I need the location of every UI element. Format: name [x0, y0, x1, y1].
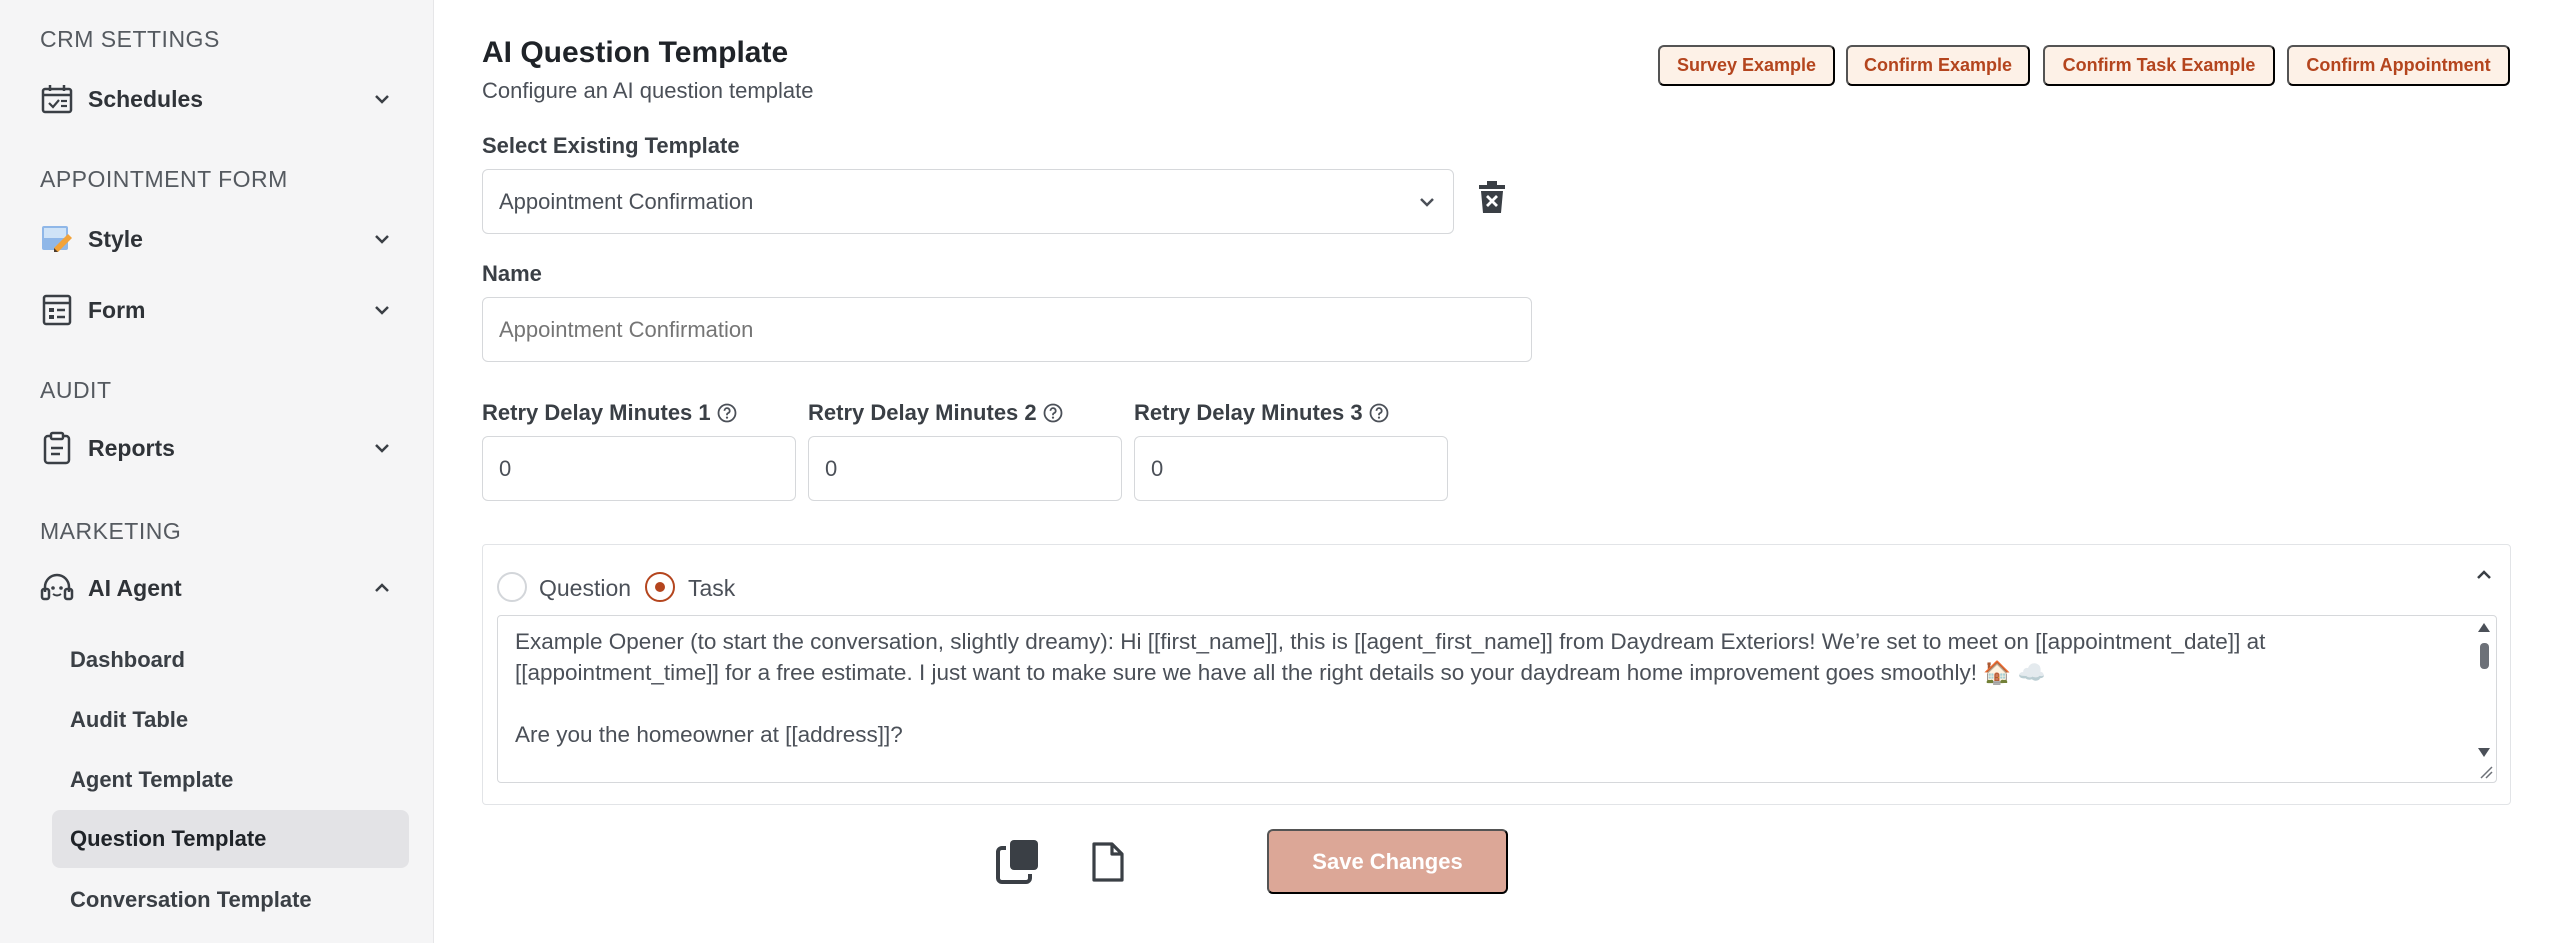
- page-subtitle: Configure an AI question template: [482, 78, 814, 103]
- select-template-label: Select Existing Template: [482, 133, 740, 158]
- confirm-example-button[interactable]: Confirm Example: [1846, 45, 2030, 86]
- retry-delay-2-label: Retry Delay Minutes 2: [808, 400, 1063, 426]
- sidebar-item-style[interactable]: Style: [40, 215, 394, 263]
- chevron-down-icon: [1417, 189, 1437, 215]
- new-document-button[interactable]: [1091, 841, 1125, 888]
- sidebar-subitem-agent-template[interactable]: Agent Template: [52, 751, 409, 809]
- collapse-button[interactable]: [2472, 565, 2496, 589]
- confirm-appointment-button[interactable]: Confirm Appointment: [2287, 45, 2510, 86]
- copy-icon: [996, 838, 1040, 889]
- resize-handle-icon[interactable]: [2479, 765, 2493, 779]
- sidebar-item-label: Form: [88, 296, 146, 323]
- retry-delay-1-label: Retry Delay Minutes 1: [482, 400, 737, 426]
- retry-delay-3-label: Retry Delay Minutes 3: [1134, 400, 1389, 426]
- sidebar-item-schedules[interactable]: Schedules: [40, 75, 394, 123]
- sidebar-item-reports[interactable]: Reports: [40, 424, 394, 472]
- sidebar-subitem-audit-table[interactable]: Audit Table: [52, 691, 409, 749]
- name-input[interactable]: [482, 297, 1532, 362]
- template-select[interactable]: Appointment Confirmation: [482, 169, 1454, 234]
- retry-delay-2-label-text: Retry Delay Minutes 2: [808, 400, 1037, 425]
- chevron-down-icon: [370, 227, 394, 251]
- question-task-panel: Question Task Example Opener (to start t…: [482, 544, 2511, 805]
- chevron-down-icon: [370, 298, 394, 322]
- chevron-up-icon: [370, 576, 394, 600]
- retry-delay-3-input[interactable]: 0: [1134, 436, 1448, 501]
- trash-icon: [1478, 180, 1506, 219]
- section-title-appointment-form: APPOINTMENT FORM: [40, 166, 288, 192]
- template-textarea[interactable]: Example Opener (to start the conversatio…: [497, 615, 2497, 783]
- form-icon: [40, 293, 74, 327]
- save-changes-button[interactable]: Save Changes: [1267, 829, 1508, 894]
- page-title: AI Question Template: [482, 36, 789, 69]
- question-radio-label[interactable]: Question: [539, 575, 631, 602]
- template-select-value: Appointment Confirmation: [499, 188, 754, 214]
- sidebar-item-form[interactable]: Form: [40, 286, 394, 334]
- sidebar-subitem-conversation-template[interactable]: Conversation Template: [52, 871, 409, 929]
- task-radio-label[interactable]: Task: [688, 575, 735, 602]
- clipboard-icon: [40, 431, 74, 465]
- help-icon[interactable]: [1043, 403, 1063, 423]
- section-title-crm-settings: CRM SETTINGS: [40, 26, 220, 52]
- template-text: Example Opener (to start the conversatio…: [515, 629, 2266, 747]
- delete-template-button[interactable]: [1474, 178, 1510, 220]
- help-icon[interactable]: [717, 403, 737, 423]
- document-icon: [1091, 841, 1125, 888]
- retry-delay-1-input[interactable]: 0: [482, 436, 796, 501]
- sidebar-item-label: Schedules: [88, 85, 204, 112]
- retry-delay-3-label-text: Retry Delay Minutes 3: [1134, 400, 1363, 425]
- section-title-audit: AUDIT: [40, 377, 112, 403]
- sidebar: CRM SETTINGS Schedules APPOINTMENT FORM …: [0, 0, 434, 943]
- calendar-icon: [40, 82, 74, 116]
- confirm-task-example-button[interactable]: Confirm Task Example: [2043, 45, 2275, 86]
- sidebar-item-ai-agent[interactable]: AI Agent: [40, 564, 394, 612]
- copy-button[interactable]: [996, 838, 1040, 889]
- name-label: Name: [482, 261, 542, 286]
- section-title-marketing: MARKETING: [40, 518, 182, 544]
- sidebar-subitem-question-template[interactable]: Question Template: [52, 810, 409, 868]
- textarea-scrollbar[interactable]: [2474, 618, 2494, 778]
- question-radio[interactable]: [497, 572, 527, 602]
- help-icon[interactable]: [1369, 403, 1389, 423]
- palette-icon: [40, 222, 74, 256]
- retry-delay-1-label-text: Retry Delay Minutes 1: [482, 400, 711, 425]
- sidebar-item-label: Reports: [88, 434, 175, 461]
- sidebar-subitem-dashboard[interactable]: Dashboard: [52, 631, 409, 689]
- sidebar-item-label: Style: [88, 225, 143, 252]
- sidebar-item-label: AI Agent: [88, 574, 182, 601]
- chevron-down-icon: [370, 87, 394, 111]
- retry-delay-2-input[interactable]: 0: [808, 436, 1122, 501]
- headset-icon: [40, 571, 74, 605]
- chevron-down-icon: [370, 436, 394, 460]
- survey-example-button[interactable]: Survey Example: [1658, 45, 1835, 86]
- task-radio[interactable]: [645, 572, 675, 602]
- chevron-up-icon: [2474, 568, 2494, 587]
